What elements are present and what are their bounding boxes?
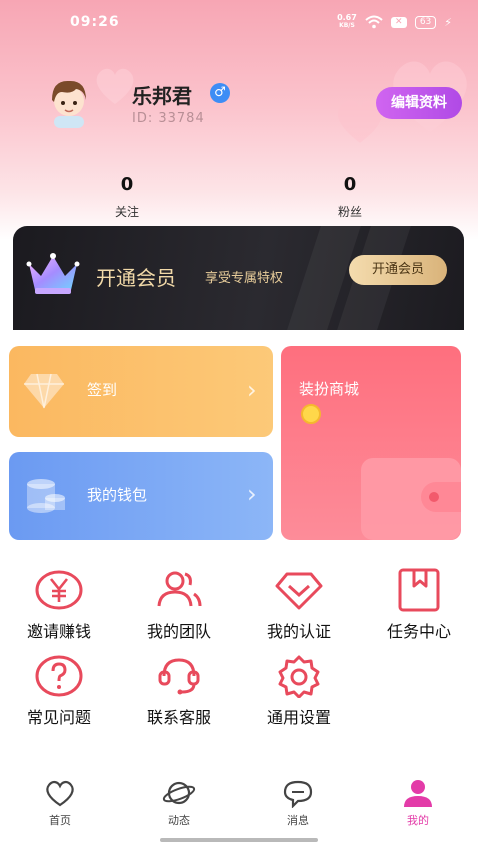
following-count: 0 — [120, 174, 134, 195]
grid-item-support[interactable]: 联系客服 — [124, 654, 234, 728]
network-speed: 0.67 KB/S — [337, 14, 357, 30]
fans-stat[interactable]: 0 粉丝 — [310, 174, 390, 220]
coins-icon — [27, 479, 65, 513]
grid-label: 邀请赚钱 — [26, 622, 91, 641]
grid-label: 我的认证 — [266, 622, 331, 641]
team-icon — [157, 571, 202, 607]
grid-label: 我的团队 — [146, 622, 211, 641]
grid-label: 通用设置 — [266, 708, 331, 727]
planet-icon — [162, 781, 196, 805]
gear-icon — [278, 655, 320, 698]
wallet-label: 我的钱包 — [87, 486, 148, 504]
tab-label: 我的 — [407, 814, 429, 827]
signin-card[interactable]: 签到 › — [9, 346, 273, 437]
dressup-shop-card[interactable]: 装扮商城 — [281, 346, 461, 540]
grid-item-task[interactable]: 任务中心 — [364, 568, 474, 642]
tab-messages[interactable]: 消息 — [258, 778, 338, 828]
grid-label: 常见问题 — [26, 708, 91, 727]
sim-off-icon: ✕ — [390, 16, 407, 28]
status-time: 09:26 — [70, 14, 120, 30]
coin-icon — [301, 404, 321, 424]
crown-icon — [26, 253, 80, 294]
wallet-clasp — [421, 482, 461, 512]
tab-moments[interactable]: 动态 — [139, 778, 219, 828]
person-icon — [404, 780, 432, 807]
following-label: 关注 — [114, 205, 139, 219]
wallet-card[interactable]: 我的钱包 › — [9, 452, 273, 540]
vip-banner[interactable]: 开通会员 享受专属特权 开通会员 — [13, 226, 464, 330]
wifi-icon — [365, 15, 383, 29]
charging-icon: ⚡ — [444, 15, 452, 29]
fans-count: 0 — [343, 174, 357, 195]
open-vip-button[interactable]: 开通会员 — [349, 255, 447, 285]
diamond-icon — [24, 373, 64, 409]
network-speed-unit: KB/S — [339, 22, 355, 29]
status-bar: 09:26 0.67 KB/S ✕ 63 ⚡ — [0, 0, 478, 44]
battery-icon: 63 — [414, 15, 437, 29]
vip-title: 开通会员 — [96, 266, 176, 290]
chevron-right-icon: › — [247, 480, 257, 508]
signin-label: 签到 — [87, 381, 118, 399]
certify-icon — [275, 572, 323, 610]
tab-mine[interactable]: 我的 — [378, 778, 458, 828]
grid-item-team[interactable]: 我的团队 — [124, 568, 234, 642]
tab-label: 首页 — [49, 814, 71, 827]
avatar[interactable] — [44, 76, 94, 128]
tab-home[interactable]: 首页 — [20, 778, 100, 828]
tab-label: 动态 — [168, 814, 190, 827]
grid-item-settings[interactable]: 通用设置 — [244, 654, 354, 728]
user-id: ID: 33784 — [132, 111, 205, 126]
grid-item-faq[interactable]: 常见问题 — [4, 654, 114, 728]
chevron-right-icon: › — [247, 376, 257, 404]
grid-item-invite[interactable]: 邀请赚钱 — [4, 568, 114, 642]
bottom-tab-bar: 首页 动态 消息 我的 — [0, 772, 478, 832]
username: 乐邦君 — [132, 84, 192, 108]
shop-label: 装扮商城 — [299, 380, 360, 398]
headset-icon — [158, 658, 200, 695]
task-icon — [398, 568, 440, 612]
network-speed-value: 0.67 — [337, 13, 357, 22]
male-gender-icon: ♂ — [210, 83, 230, 103]
tab-label: 消息 — [287, 814, 309, 827]
home-heart-icon — [46, 780, 74, 807]
question-icon — [35, 655, 83, 697]
fans-label: 粉丝 — [337, 205, 362, 219]
grid-item-certify[interactable]: 我的认证 — [244, 568, 354, 642]
grid-label: 联系客服 — [146, 708, 211, 727]
edit-profile-button[interactable]: 编辑资料 — [376, 87, 462, 119]
vip-subtitle: 享受专属特权 — [205, 271, 284, 286]
status-icons: 0.67 KB/S ✕ 63 ⚡ — [337, 14, 452, 30]
home-indicator[interactable] — [160, 838, 318, 842]
yen-icon — [35, 570, 83, 610]
chat-icon — [283, 780, 313, 808]
following-stat[interactable]: 0 关注 — [87, 174, 167, 220]
grid-label: 任务中心 — [386, 622, 451, 641]
